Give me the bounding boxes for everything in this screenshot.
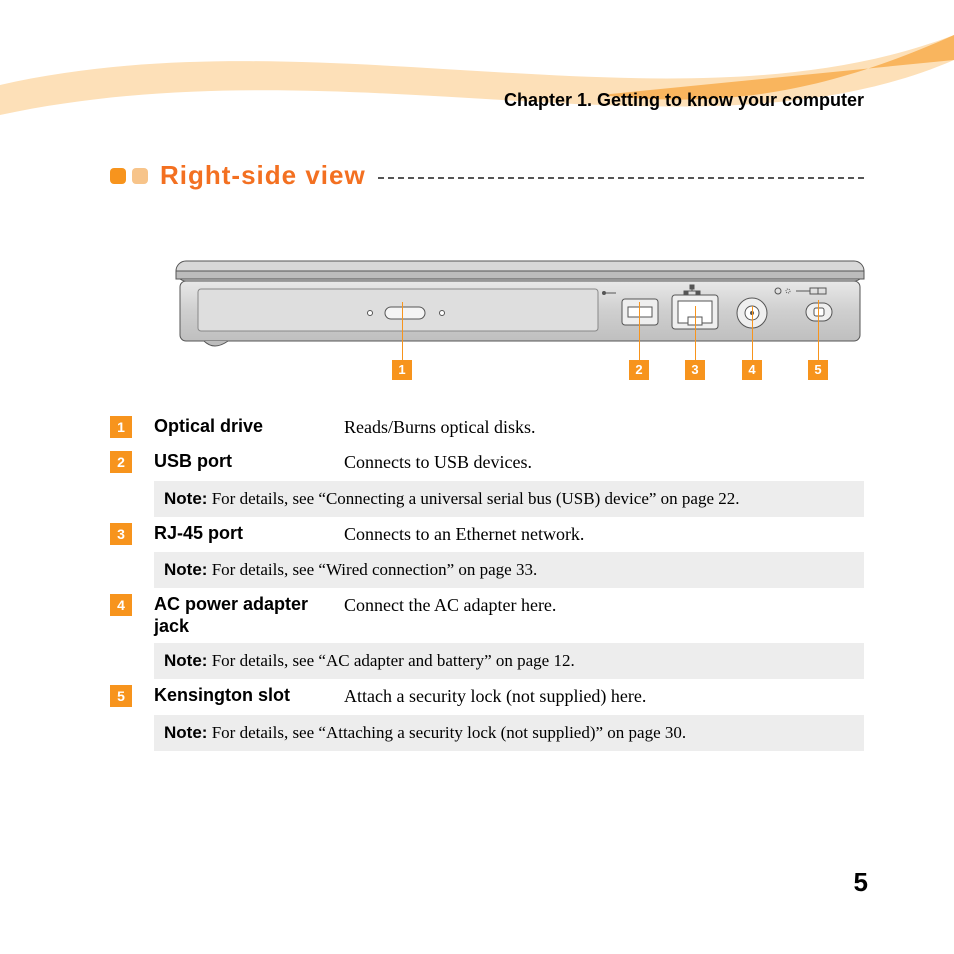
note-row: Note: For details, see “Connecting a uni… [154,481,864,517]
table-row: 5 Kensington slot Attach a security lock… [110,679,864,714]
row-description: Connect the AC adapter here. [344,594,556,617]
table-row: 4 AC power adapter jack Connect the AC a… [110,588,864,643]
feature-table: 1 Optical drive Reads/Burns optical disk… [110,410,864,751]
chapter-header: Chapter 1. Getting to know your computer [504,90,864,111]
row-term: USB port [154,451,344,473]
row-term: Kensington slot [154,685,344,707]
row-number-badge: 5 [110,685,132,707]
note-label: Note: [164,489,207,508]
row-number-badge: 3 [110,523,132,545]
row-term: Optical drive [154,416,344,438]
note-row: Note: For details, see “AC adapter and b… [154,643,864,679]
note-label: Note: [164,723,207,742]
note-row: Note: For details, see “Wired connection… [154,552,864,588]
section-heading-row: Right-side view [110,160,864,191]
note-text: For details, see “AC adapter and battery… [212,651,575,670]
note-text: For details, see “Connecting a universal… [212,489,740,508]
row-description: Reads/Burns optical disks. [344,416,536,439]
page-number: 5 [854,867,868,898]
bullet-square-icon [132,168,148,184]
row-term: RJ-45 port [154,523,344,545]
right-side-diagram [170,232,870,392]
row-description: Connects to USB devices. [344,451,532,474]
note-text: For details, see “Wired connection” on p… [212,560,538,579]
note-label: Note: [164,651,207,670]
bullet-square-icon [110,168,126,184]
section-title: Right-side view [160,160,366,191]
table-row: 2 USB port Connects to USB devices. [110,445,864,480]
row-description: Connects to an Ethernet network. [344,523,584,546]
row-number-badge: 2 [110,451,132,473]
row-number-badge: 1 [110,416,132,438]
note-text: For details, see “Attaching a security l… [212,723,686,742]
row-number-badge: 4 [110,594,132,616]
row-term: AC power adapter jack [154,594,344,637]
table-row: 3 RJ-45 port Connects to an Ethernet net… [110,517,864,552]
note-row: Note: For details, see “Attaching a secu… [154,715,864,751]
table-row: 1 Optical drive Reads/Burns optical disk… [110,410,864,445]
row-description: Attach a security lock (not supplied) he… [344,685,646,708]
dashed-rule [378,177,864,179]
note-label: Note: [164,560,207,579]
